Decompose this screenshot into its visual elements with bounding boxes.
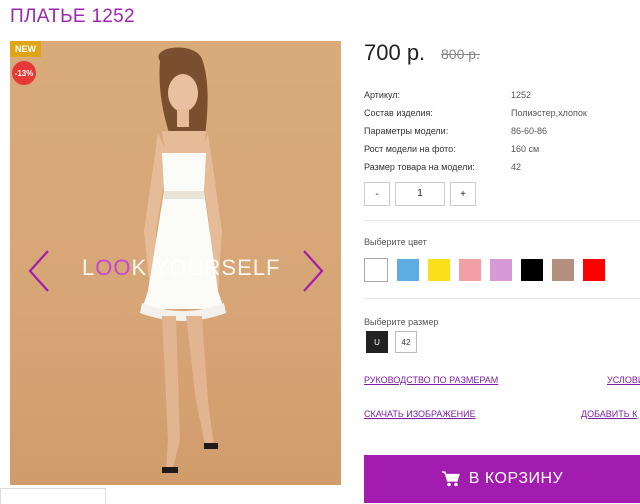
color-swatch-lilac[interactable] — [490, 259, 512, 281]
divider — [364, 220, 640, 221]
brand-watermark: LOOK YOURSELF — [82, 255, 280, 281]
quantity-decrease-button[interactable]: - — [364, 182, 390, 206]
size-option-u[interactable]: U — [366, 331, 388, 353]
watermark-rest: K YOURSELF — [131, 255, 281, 280]
color-swatch-pink[interactable] — [459, 259, 481, 281]
add-to-link[interactable]: ДОБАВИТЬ К — [581, 409, 637, 419]
color-swatch-white[interactable] — [364, 258, 388, 282]
add-to-cart-label: В КОРЗИНУ — [468, 470, 564, 487]
watermark-oo: OO — [95, 255, 132, 280]
spec-value: 86-60-86 — [511, 126, 548, 136]
color-swatch-blue[interactable] — [397, 259, 419, 281]
spec-row: Состав изделия: Полиэстер,хлопок — [364, 104, 624, 122]
spec-label: Рост модели на фото: — [364, 144, 456, 154]
color-section-label: Выберите цвет — [364, 237, 427, 247]
size-option-42[interactable]: 42 — [395, 331, 417, 353]
quantity-input[interactable]: 1 — [395, 182, 445, 206]
spec-row: Рост модели на фото: 160 см — [364, 140, 624, 158]
size-section-label: Выберите размер — [364, 317, 439, 327]
conditions-link[interactable]: УСЛОВИ — [607, 375, 640, 385]
size-guide-link[interactable]: РУКОВОДСТВО ПО РАЗМЕРАМ — [364, 375, 498, 385]
product-specs: Артикул: 1252 Состав изделия: Полиэстер,… — [364, 86, 624, 176]
quantity-increase-button[interactable]: + — [450, 182, 476, 206]
size-options: U 42 — [366, 331, 424, 353]
prev-arrow-icon[interactable] — [26, 249, 52, 293]
old-price: 800 р. — [441, 46, 480, 62]
page-title: ПЛАТЬЕ 1252 — [10, 6, 135, 27]
spec-value: Полиэстер,хлопок — [511, 108, 587, 118]
spec-value: 160 см — [511, 144, 540, 154]
spec-row: Параметры модели: 86-60-86 — [364, 122, 624, 140]
color-swatches — [364, 258, 614, 282]
spec-row: Размер товара на модели: 42 — [364, 158, 624, 176]
download-image-link[interactable]: СКАЧАТЬ ИЗОБРАЖЕНИЕ — [364, 409, 476, 419]
quantity-stepper: - 1 + — [364, 182, 476, 206]
spec-label: Артикул: — [364, 90, 401, 100]
spec-value: 1252 — [511, 90, 532, 100]
spec-label: Размер товара на модели: — [364, 162, 475, 172]
color-swatch-red[interactable] — [583, 259, 605, 281]
spec-value: 42 — [511, 162, 522, 172]
color-swatch-yellow[interactable] — [428, 259, 450, 281]
color-swatch-black[interactable] — [521, 259, 543, 281]
product-photo[interactable]: NEW -13% LOOK YOURSELF — [10, 41, 341, 485]
thumbnail-strip[interactable] — [0, 488, 106, 504]
cart-icon — [441, 471, 460, 487]
color-swatch-beige[interactable] — [552, 259, 574, 281]
spec-row: Артикул: 1252 — [364, 86, 624, 104]
next-arrow-icon[interactable] — [300, 249, 326, 293]
watermark-l: L — [82, 255, 96, 280]
divider — [364, 298, 640, 299]
new-badge: NEW — [10, 41, 41, 57]
add-to-cart-button[interactable]: В КОРЗИНУ — [364, 455, 640, 503]
spec-label: Параметры модели: — [364, 126, 449, 136]
spec-label: Состав изделия: — [364, 108, 433, 118]
current-price: 700 р. — [364, 40, 426, 65]
discount-badge: -13% — [12, 61, 36, 85]
